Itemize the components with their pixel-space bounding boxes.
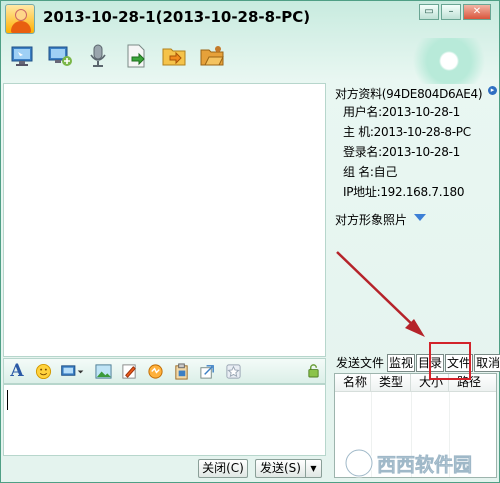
shake-icon[interactable] <box>146 362 164 380</box>
send-folder-icon[interactable] <box>161 43 187 69</box>
format-toolbar: A <box>3 358 326 384</box>
emoji-icon[interactable] <box>34 362 52 380</box>
chat-window: 2013-10-28-1(2013-10-28-8-PC) ▭ – ✕ A 关闭… <box>0 0 500 483</box>
tab-monitor[interactable]: 监视 <box>387 354 416 372</box>
send-options-button[interactable]: ▼ <box>305 459 322 478</box>
window-controls: ▭ – ✕ <box>417 4 491 20</box>
close-icon[interactable]: ✕ <box>463 4 491 20</box>
info-login: 登录名:2013-10-28-1 <box>343 145 460 159</box>
avatar-body <box>11 21 31 33</box>
tab-cancel[interactable]: 取消 <box>474 354 500 372</box>
clipboard-icon[interactable] <box>172 362 190 380</box>
font-glyph: A <box>10 361 24 381</box>
info-ip: IP地址:192.168.7.180 <box>343 185 465 199</box>
font-icon[interactable]: A <box>8 362 26 380</box>
contact-photo-label: 对方形象照片 <box>335 213 408 227</box>
avatar-head <box>15 9 27 21</box>
screenshot-icon[interactable] <box>60 362 86 380</box>
handwriting-icon[interactable] <box>120 362 138 380</box>
info-username: 用户名:2013-10-28-1 <box>343 105 460 119</box>
file-transfer-tabs: 发送文件 监视 目录 文件 取消 <box>334 354 500 372</box>
info-host: 主 机:2013-10-28-8-PC <box>343 125 471 139</box>
column-type[interactable]: 类型 <box>371 374 411 391</box>
shared-folder-icon[interactable] <box>199 43 225 69</box>
expand-info-icon[interactable]: ▸ <box>488 86 497 95</box>
file-tab-highlight <box>429 342 471 380</box>
remote-assist-icon[interactable] <box>47 43 73 69</box>
shortcut-reply-icon[interactable] <box>198 362 216 380</box>
watermark-text: 西西软件园 <box>377 453 472 476</box>
watermark-logo: 西西软件园 <box>344 448 472 478</box>
file-list-header: 名称 类型 大小 路径 <box>335 374 496 392</box>
banner-decoration <box>337 38 497 84</box>
title-bar[interactable]: 2013-10-28-1(2013-10-28-8-PC) ▭ – ✕ <box>1 1 499 37</box>
close-button[interactable]: 关闭(C) <box>198 459 248 478</box>
sticker-icon[interactable] <box>224 362 242 380</box>
restore-icon[interactable]: ▭ <box>419 4 439 20</box>
main-toolbar <box>9 43 237 69</box>
text-caret <box>7 390 8 410</box>
info-group: 组 名:自己 <box>343 165 398 179</box>
column-name[interactable]: 名称 <box>335 374 371 391</box>
send-file-icon[interactable] <box>123 43 149 69</box>
contact-info-panel: 对方资料(94DE804D6AE4) ▸ 用户名:2013-10-28-1 主 … <box>329 83 497 353</box>
contact-info-header: 对方资料(94DE804D6AE4) <box>335 87 483 101</box>
send-button[interactable]: 发送(S) <box>255 459 305 478</box>
image-icon[interactable] <box>94 362 112 380</box>
lock-icon[interactable] <box>307 363 320 381</box>
message-input[interactable] <box>3 384 326 456</box>
minimize-icon[interactable]: – <box>441 4 461 20</box>
remote-desktop-icon[interactable] <box>9 43 35 69</box>
message-history[interactable] <box>3 83 326 357</box>
photo-dropdown-icon[interactable] <box>414 214 426 221</box>
window-title: 2013-10-28-1(2013-10-28-8-PC) <box>43 8 311 26</box>
microphone-icon[interactable] <box>85 43 111 69</box>
file-transfer-label: 发送文件 <box>336 356 385 370</box>
contact-avatar[interactable] <box>5 4 35 34</box>
